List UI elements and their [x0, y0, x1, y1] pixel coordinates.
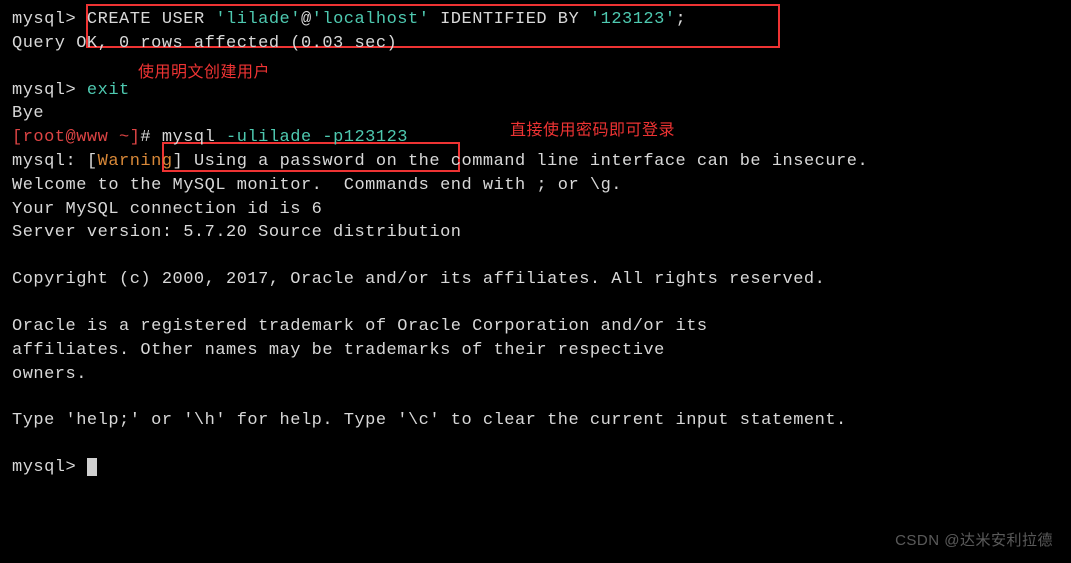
cursor-icon: [87, 458, 97, 476]
sql-keyword: CREATE USER: [87, 10, 215, 29]
sql-string: 'localhost': [312, 10, 430, 29]
terminal-output: Server version: 5.7.20 Source distributi…: [12, 221, 1059, 245]
terminal-output: owners.: [12, 363, 1059, 387]
shell-args: -ulilade -p123123: [226, 128, 408, 147]
terminal-line: [root@www ~]# mysql -ulilade -p123123: [12, 126, 1059, 150]
sql-string: 'lilade': [215, 10, 301, 29]
sql-keyword: IDENTIFIED BY: [429, 10, 590, 29]
terminal-output: Query OK, 0 rows affected (0.03 sec): [12, 32, 1059, 56]
terminal-input-line[interactable]: mysql>: [12, 456, 1059, 480]
mysql-prompt: mysql>: [12, 81, 87, 100]
terminal-line: mysql> exit: [12, 79, 1059, 103]
terminal-output: Bye: [12, 102, 1059, 126]
terminal-output: affiliates. Other names may be trademark…: [12, 339, 1059, 363]
terminal-line: mysql> CREATE USER 'lilade'@'localhost' …: [12, 8, 1059, 32]
mysql-prompt: mysql>: [12, 458, 87, 477]
sql-string: '123123': [590, 10, 676, 29]
terminal-output: Your MySQL connection id is 6: [12, 198, 1059, 222]
warning-label: Warning: [98, 152, 173, 171]
shell-command: mysql: [162, 128, 226, 147]
shell-prompt-root: [root@www ~]: [12, 128, 140, 147]
terminal-output: Copyright (c) 2000, 2017, Oracle and/or …: [12, 268, 1059, 292]
terminal-output: Welcome to the MySQL monitor. Commands e…: [12, 174, 1059, 198]
terminal-output: mysql: [Warning] Using a password on the…: [12, 150, 1059, 174]
terminal-output: Type 'help;' or '\h' for help. Type '\c'…: [12, 409, 1059, 433]
terminal-output: Oracle is a registered trademark of Orac…: [12, 315, 1059, 339]
sql-command: exit: [87, 81, 130, 100]
watermark: CSDN @达米安利拉德: [895, 530, 1053, 551]
mysql-prompt: mysql>: [12, 10, 87, 29]
